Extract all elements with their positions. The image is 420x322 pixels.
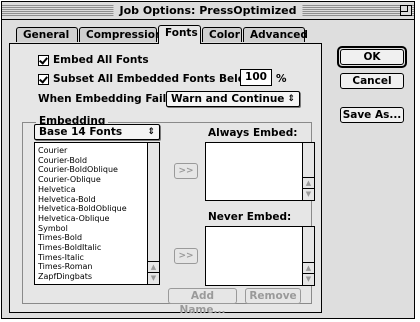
font-list-item[interactable]: ZapfDingbats <box>38 272 127 282</box>
font-list[interactable]: Courier Courier-Bold Courier-BoldOblique Co… <box>34 142 160 285</box>
never-embed-label: Never Embed: <box>208 211 292 223</box>
always-embed-label: Always Embed: <box>208 127 298 139</box>
popup-arrow-icon: ⇕ <box>147 127 155 137</box>
tab-color[interactable]: Color <box>202 27 242 42</box>
font-list-item[interactable]: Helvetica-Bold <box>38 195 127 205</box>
subset-threshold-input[interactable]: 100 <box>240 69 272 86</box>
subset-fonts-checkbox[interactable] <box>38 74 49 85</box>
always-embed-list[interactable]: ▲ ▼ <box>205 142 315 201</box>
font-list-item[interactable]: Helvetica-Oblique <box>38 214 127 224</box>
font-list-item[interactable]: Times-BoldItalic <box>38 243 127 253</box>
zoom-box-icon[interactable] <box>400 5 412 16</box>
font-list-item[interactable]: Courier <box>38 146 127 156</box>
font-list-scrollbar[interactable]: ▲ ▼ <box>147 143 159 284</box>
tab-compression[interactable]: Compression <box>79 27 162 42</box>
popup-arrow-icon: ⇕ <box>287 94 295 104</box>
tab-general[interactable]: General <box>16 27 78 42</box>
font-list-items: Courier Courier-Bold Courier-BoldOblique Co… <box>38 146 127 282</box>
when-embedding-fails-select[interactable]: Warn and Continue ⇕ <box>166 91 300 107</box>
percent-label: % <box>276 73 287 85</box>
scroll-down-arrow-icon[interactable]: ▼ <box>303 188 314 200</box>
never-embed-list[interactable]: ▲ ▼ <box>205 226 315 286</box>
add-to-never-embed-button[interactable]: >> <box>174 248 198 264</box>
font-list-item[interactable]: Courier-Bold <box>38 156 127 166</box>
font-list-item[interactable]: Courier-Oblique <box>38 175 127 185</box>
window-title: Job Options: PressOptimized <box>113 3 303 18</box>
when-embedding-fails-value: Warn and Continue <box>171 93 285 105</box>
save-as-button[interactable]: Save As... <box>340 107 404 123</box>
ok-button[interactable]: OK <box>340 49 404 65</box>
always-embed-scrollbar[interactable]: ▲ ▼ <box>302 143 314 200</box>
tab-fonts[interactable]: Fonts <box>158 25 201 44</box>
cancel-button[interactable]: Cancel <box>340 73 404 89</box>
add-to-always-embed-button[interactable]: >> <box>174 163 198 179</box>
when-embedding-fails-label: When Embedding Fails: <box>38 93 177 105</box>
add-name-button[interactable]: Add Name... <box>168 288 237 316</box>
font-list-item[interactable]: Times-Roman <box>38 262 127 272</box>
never-embed-scrollbar[interactable]: ▲ ▼ <box>302 227 314 285</box>
font-set-select[interactable]: Base 14 Fonts ⇕ <box>34 124 160 140</box>
scroll-down-arrow-icon[interactable]: ▼ <box>148 272 159 284</box>
font-list-item[interactable]: Helvetica <box>38 185 127 195</box>
embed-all-fonts-checkbox[interactable] <box>38 55 49 66</box>
tab-advanced[interactable]: Advanced <box>243 27 308 42</box>
subset-fonts-label: Subset All Embedded Fonts Below: <box>53 73 259 85</box>
font-list-item[interactable]: Symbol <box>38 224 127 234</box>
embed-all-fonts-label: Embed All Fonts <box>53 54 149 66</box>
title-bar[interactable]: Job Options: PressOptimized <box>2 2 414 20</box>
font-list-item[interactable]: Courier-BoldOblique <box>38 165 127 175</box>
scroll-down-arrow-icon[interactable]: ▼ <box>303 273 314 285</box>
font-list-item[interactable]: Times-Italic <box>38 253 127 263</box>
font-list-item[interactable]: Times-Bold <box>38 233 127 243</box>
remove-button[interactable]: Remove <box>245 288 301 304</box>
font-list-item[interactable]: Helvetica-BoldOblique <box>38 204 127 214</box>
font-set-value: Base 14 Fonts <box>39 126 123 138</box>
